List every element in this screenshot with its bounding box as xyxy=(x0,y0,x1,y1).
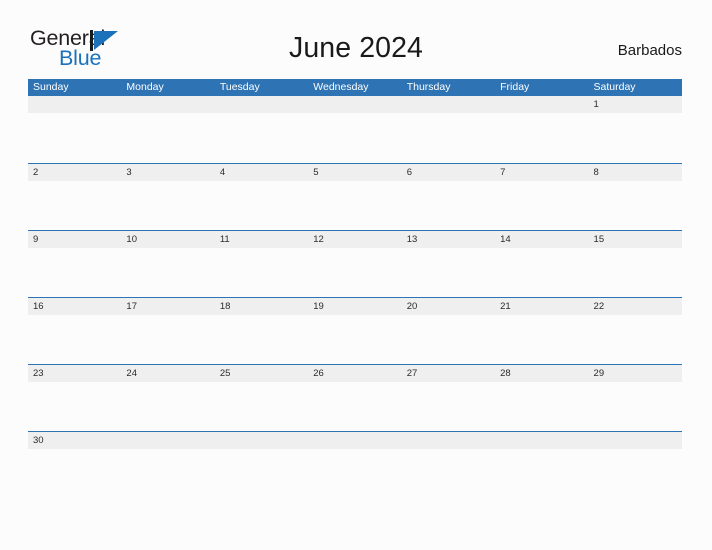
calendar-day-cell[interactable]: 21 xyxy=(495,298,588,315)
calendar-day-cell[interactable]: 3 xyxy=(121,164,214,181)
weekday-header-row: Sunday Monday Tuesday Wednesday Thursday Frid… xyxy=(28,79,682,96)
calendar-day-cell-empty xyxy=(28,96,121,113)
weekday-header-cell: Tuesday xyxy=(219,81,260,93)
calendar-day-cell[interactable]: 27 xyxy=(402,365,495,382)
calendar-day-cell[interactable]: 28 xyxy=(495,365,588,382)
calendar-day-cell-empty xyxy=(215,432,308,449)
week-date-strip: 16 17 18 19 20 21 22 xyxy=(28,298,682,315)
calendar-grid: Sunday Monday Tuesday Wednesday Thursday Frid… xyxy=(28,79,682,498)
calendar-weeks: 1 2 3 4 5 6 7 8 9 10 11 12 13 14 15 16 17 18 19 20 21 22 23 24 2… xyxy=(28,96,682,498)
calendar-day-cell[interactable]: 14 xyxy=(495,231,588,248)
calendar-day-cell[interactable]: 7 xyxy=(495,164,588,181)
calendar-day-cell[interactable]: 6 xyxy=(402,164,495,181)
weekday-header-cell: Sunday xyxy=(33,81,69,93)
calendar-week-row: 16 17 18 19 20 21 22 xyxy=(28,297,682,364)
page-title: June 2024 xyxy=(288,32,424,64)
calendar-day-cell[interactable]: 8 xyxy=(589,164,682,181)
calendar-day-cell[interactable]: 5 xyxy=(308,164,401,181)
calendar-day-cell-empty xyxy=(215,96,308,113)
week-date-strip: 30 xyxy=(28,432,682,449)
calendar-day-cell[interactable]: 30 xyxy=(28,432,121,449)
calendar-week-row: 1 xyxy=(28,96,682,163)
calendar-day-cell[interactable]: 19 xyxy=(308,298,401,315)
calendar-day-cell[interactable]: 13 xyxy=(402,231,495,248)
calendar-day-cell-empty xyxy=(402,432,495,449)
calendar-week-row: 9 10 11 12 13 14 15 xyxy=(28,230,682,297)
week-event-area[interactable] xyxy=(28,248,682,296)
week-date-strip: 1 xyxy=(28,96,682,113)
weekday-header-cell: Thursday xyxy=(406,81,451,93)
calendar-day-cell[interactable]: 26 xyxy=(308,365,401,382)
calendar-day-cell-empty xyxy=(495,96,588,113)
calendar-day-cell[interactable]: 15 xyxy=(589,231,682,248)
calendar-day-cell[interactable]: 17 xyxy=(121,298,214,315)
calendar-day-cell[interactable]: 24 xyxy=(121,365,214,382)
weekday-header-cell: Wednesday xyxy=(313,81,369,93)
week-event-area[interactable] xyxy=(28,181,682,229)
calendar-day-cell-empty xyxy=(589,432,682,449)
weekday-header-cell: Monday xyxy=(126,81,164,93)
calendar-day-cell[interactable]: 16 xyxy=(28,298,121,315)
week-date-strip: 9 10 11 12 13 14 15 xyxy=(28,231,682,248)
calendar-day-cell[interactable]: 12 xyxy=(308,231,401,248)
calendar-day-cell[interactable]: 22 xyxy=(589,298,682,315)
calendar-day-cell-empty xyxy=(308,432,401,449)
calendar-week-row: 2345678 xyxy=(28,163,682,230)
calendar-day-cell[interactable]: 18 xyxy=(215,298,308,315)
calendar-day-cell-empty xyxy=(495,432,588,449)
calendar-day-cell[interactable]: 23 xyxy=(28,365,121,382)
calendar-day-cell[interactable]: 11 xyxy=(215,231,308,248)
week-date-strip: 23 24 25 26 27 28 29 xyxy=(28,365,682,382)
calendar-day-cell[interactable]: 2 xyxy=(28,164,121,181)
calendar-day-cell[interactable]: 9 xyxy=(28,231,121,248)
calendar-day-cell[interactable]: 25 xyxy=(215,365,308,382)
calendar-week-row: 23 24 25 26 27 28 29 xyxy=(28,364,682,431)
calendar-day-cell[interactable]: 29 xyxy=(589,365,682,382)
calendar-week-row: 30 xyxy=(28,431,682,498)
calendar-day-cell[interactable]: 10 xyxy=(121,231,214,248)
weekday-header-cell: Friday xyxy=(500,81,530,93)
calendar-day-cell-empty xyxy=(121,432,214,449)
calendar-day-cell[interactable]: 20 xyxy=(402,298,495,315)
page-header: General Blue June 2024 Barbados xyxy=(0,0,712,79)
week-event-area[interactable] xyxy=(28,449,682,497)
week-event-area[interactable] xyxy=(28,382,682,430)
week-event-area[interactable] xyxy=(28,315,682,363)
calendar-day-cell-empty xyxy=(121,96,214,113)
calendar-day-cell[interactable]: 4 xyxy=(215,164,308,181)
week-event-area[interactable] xyxy=(28,113,682,161)
calendar-day-cell-empty xyxy=(402,96,495,113)
weekday-header-cell: Saturday xyxy=(593,81,636,93)
locale-label: Barbados xyxy=(617,42,682,59)
calendar-day-cell-empty xyxy=(308,96,401,113)
calendar-day-cell[interactable]: 1 xyxy=(589,96,682,113)
week-date-strip: 2345678 xyxy=(28,164,682,181)
